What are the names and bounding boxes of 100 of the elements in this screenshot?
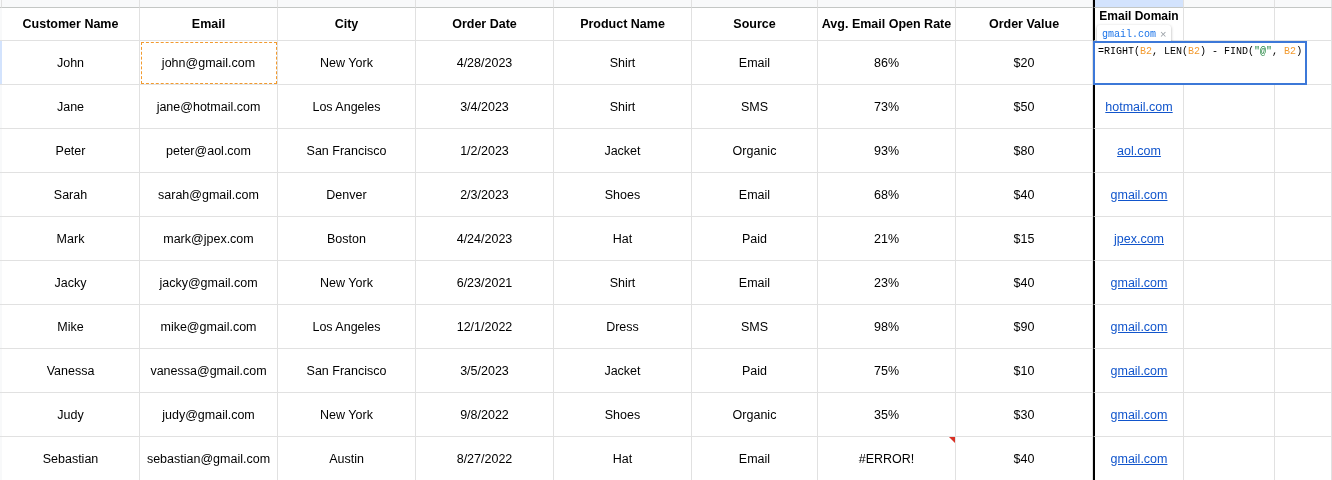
column-letter-header[interactable] (416, 0, 554, 8)
table-cell: john@gmail.com (140, 41, 278, 85)
column-letter-header[interactable] (818, 0, 956, 8)
table-cell: Jacket (554, 349, 692, 393)
table-cell: $90 (956, 305, 1093, 349)
column-header: Product Name (554, 8, 692, 41)
empty-cell (1275, 349, 1332, 393)
table-cell: Email (692, 437, 818, 480)
table-cell: $40 (956, 261, 1093, 305)
column-header: Email (140, 8, 278, 41)
table-cell: Jacky (2, 261, 140, 305)
table-cell: New York (278, 261, 416, 305)
formula-field[interactable]: =RIGHT(B2, LEN(B2) - FIND("@", B2) (1093, 41, 1308, 85)
table-cell: Shoes (554, 393, 692, 437)
empty-cell (1275, 305, 1332, 349)
table-cell: 35% (818, 393, 956, 437)
column-header: Order Date (416, 8, 554, 41)
table-cell: Austin (278, 437, 416, 480)
table-cell: Shoes (554, 173, 692, 217)
column-header: Avg. Email Open Rate (818, 8, 956, 41)
column-letter-header[interactable] (1093, 0, 1184, 8)
table-cell: San Francisco (278, 349, 416, 393)
table-cell: mike@gmail.com (140, 305, 278, 349)
table-cell: Sarah (2, 173, 140, 217)
column-letter-header[interactable] (1184, 0, 1275, 8)
table-cell: Organic (692, 393, 818, 437)
table-cell: jacky@gmail.com (140, 261, 278, 305)
table-cell: Vanessa (2, 349, 140, 393)
table-cell: judy@gmail.com (140, 393, 278, 437)
table-cell: Shirt (554, 85, 692, 129)
empty-cell (1275, 173, 1332, 217)
table-cell: $15 (956, 217, 1093, 261)
table-cell: jane@hotmail.com (140, 85, 278, 129)
table-cell: 3/4/2023 (416, 85, 554, 129)
table-cell: #ERROR! (818, 437, 956, 480)
table-cell: Organic (692, 129, 818, 173)
column-letter-header[interactable] (2, 0, 140, 8)
table-cell: $30 (956, 393, 1093, 437)
table-cell: 6/23/2021 (416, 261, 554, 305)
column-letter-header[interactable] (692, 0, 818, 8)
table-cell: $80 (956, 129, 1093, 173)
empty-cell (1275, 129, 1332, 173)
table-cell: $10 (956, 349, 1093, 393)
table-cell: 21% (818, 217, 956, 261)
table-cell: Peter (2, 129, 140, 173)
link[interactable]: aol.com (1117, 143, 1161, 158)
empty-cell (1275, 217, 1332, 261)
table-cell: sarah@gmail.com (140, 173, 278, 217)
table-cell: Email (692, 261, 818, 305)
table-cell: SMS (692, 305, 818, 349)
table-cell: 8/27/2022 (416, 437, 554, 480)
table-cell: Dress (554, 305, 692, 349)
table-cell: 86% (818, 41, 956, 85)
table-cell: 12/1/2022 (416, 305, 554, 349)
table-cell: vanessa@gmail.com (140, 349, 278, 393)
column-letter-header[interactable] (278, 0, 416, 8)
table-cell: Hat (554, 437, 692, 480)
table-cell: John (2, 41, 140, 85)
table-cell: Email (692, 173, 818, 217)
table-cell: sebastian@gmail.com (140, 437, 278, 480)
empty-cell (1275, 393, 1332, 437)
table-cell: 9/8/2022 (416, 393, 554, 437)
table-cell: Denver (278, 173, 416, 217)
table-cell: Shirt (554, 41, 692, 85)
table-cell: $40 (956, 437, 1093, 480)
table-cell: Paid (692, 217, 818, 261)
table-cell: Los Angeles (278, 85, 416, 129)
table-cell: $50 (956, 85, 1093, 129)
table-cell: Paid (692, 349, 818, 393)
table-cell: $40 (956, 173, 1093, 217)
column-header: Source (692, 8, 818, 41)
link[interactable]: jpex.com (1114, 231, 1164, 246)
column-letter-header[interactable] (140, 0, 278, 8)
table-cell: Los Angeles (278, 305, 416, 349)
table-cell: Boston (278, 217, 416, 261)
column-letter-header[interactable] (1275, 0, 1332, 8)
table-cell: 75% (818, 349, 956, 393)
table-cell: New York (278, 41, 416, 85)
table-cell: 4/24/2023 (416, 217, 554, 261)
table-cell: 3/5/2023 (416, 349, 554, 393)
table-cell: Email (692, 41, 818, 85)
column-header: Customer Name (2, 8, 140, 41)
table-cell: 93% (818, 129, 956, 173)
table-cell: Judy (2, 393, 140, 437)
table-cell: 23% (818, 261, 956, 305)
preview-value: gmail.com (1102, 28, 1156, 40)
table-cell: Hat (554, 217, 692, 261)
column-letter-header[interactable] (554, 0, 692, 8)
column-letter-header[interactable] (956, 0, 1093, 8)
table-cell: Jacket (554, 129, 692, 173)
table-cell: Mike (2, 305, 140, 349)
table-cell: 68% (818, 173, 956, 217)
table-cell: Shirt (554, 261, 692, 305)
empty-cell (1275, 261, 1332, 305)
table-cell: 4/28/2023 (416, 41, 554, 85)
table-cell: 2/3/2023 (416, 173, 554, 217)
column-header: Order Value (956, 8, 1093, 41)
table-cell: mark@jpex.com (140, 217, 278, 261)
table-cell: San Francisco (278, 129, 416, 173)
table-cell: SMS (692, 85, 818, 129)
